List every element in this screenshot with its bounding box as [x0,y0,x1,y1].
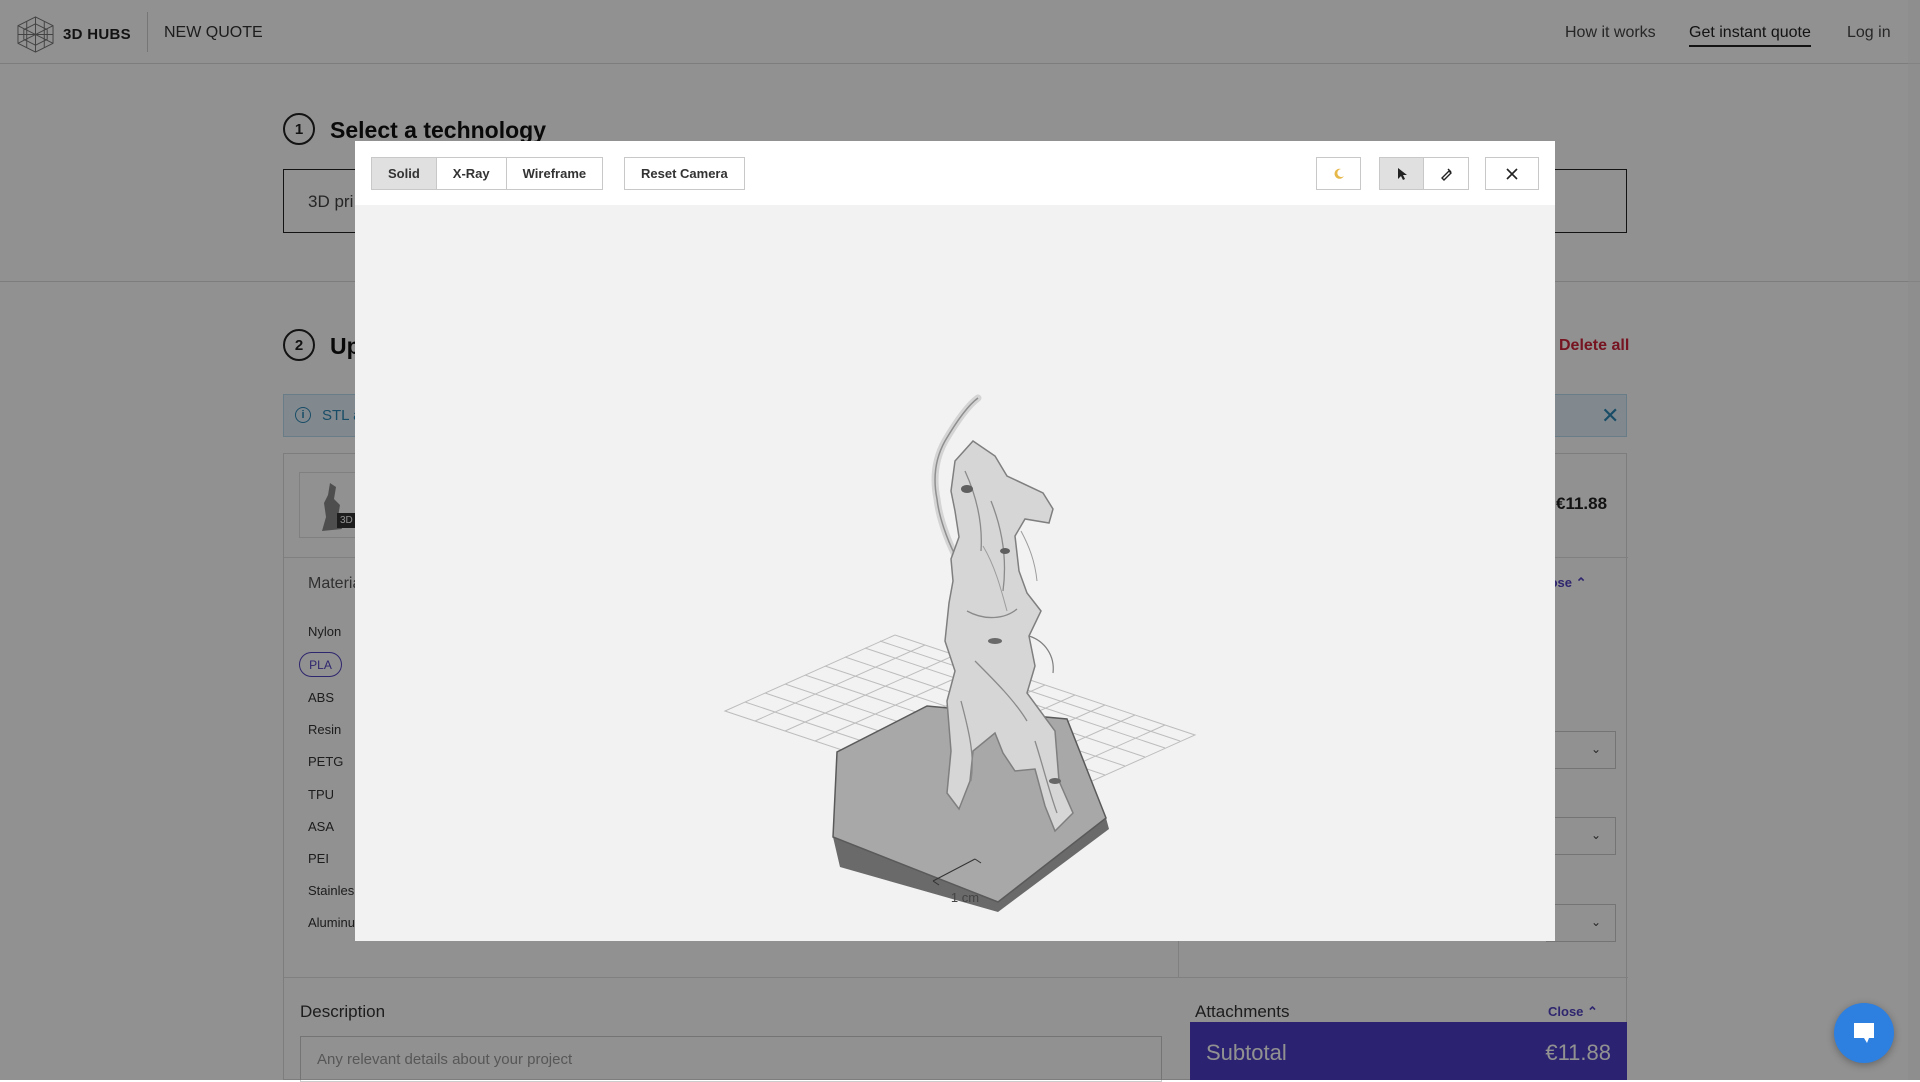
close-icon [1506,167,1518,180]
camera-group: Reset Camera [624,157,745,190]
chat-widget-button[interactable] [1834,1003,1894,1063]
theme-group [1316,157,1361,190]
close-group [1485,157,1539,190]
ruler-icon [1441,168,1452,181]
page-scrollbar[interactable] [1908,0,1920,1080]
model-viewer-modal: Solid X-Ray Wireframe Reset Camera 1 cm [355,141,1555,941]
moon-icon [1334,168,1344,179]
wireframe-mode-button[interactable]: Wireframe [506,157,604,190]
cursor-icon [1397,167,1407,180]
scale-label: 1 cm [951,890,979,905]
close-modal-button[interactable] [1485,157,1539,190]
select-tool-button[interactable] [1379,157,1424,190]
xray-mode-button[interactable]: X-Ray [436,157,507,190]
theme-toggle-button[interactable] [1316,157,1361,190]
chat-icon [1854,1023,1874,1043]
tool-group [1379,157,1469,190]
viewer-toolbar: Solid X-Ray Wireframe Reset Camera [355,141,1555,205]
measure-tool-button[interactable] [1424,157,1469,190]
3d-viewport[interactable]: 1 cm [355,205,1555,941]
view-mode-group: Solid X-Ray Wireframe [371,157,604,190]
reset-camera-button[interactable]: Reset Camera [624,157,745,190]
solid-mode-button[interactable]: Solid [371,157,437,190]
